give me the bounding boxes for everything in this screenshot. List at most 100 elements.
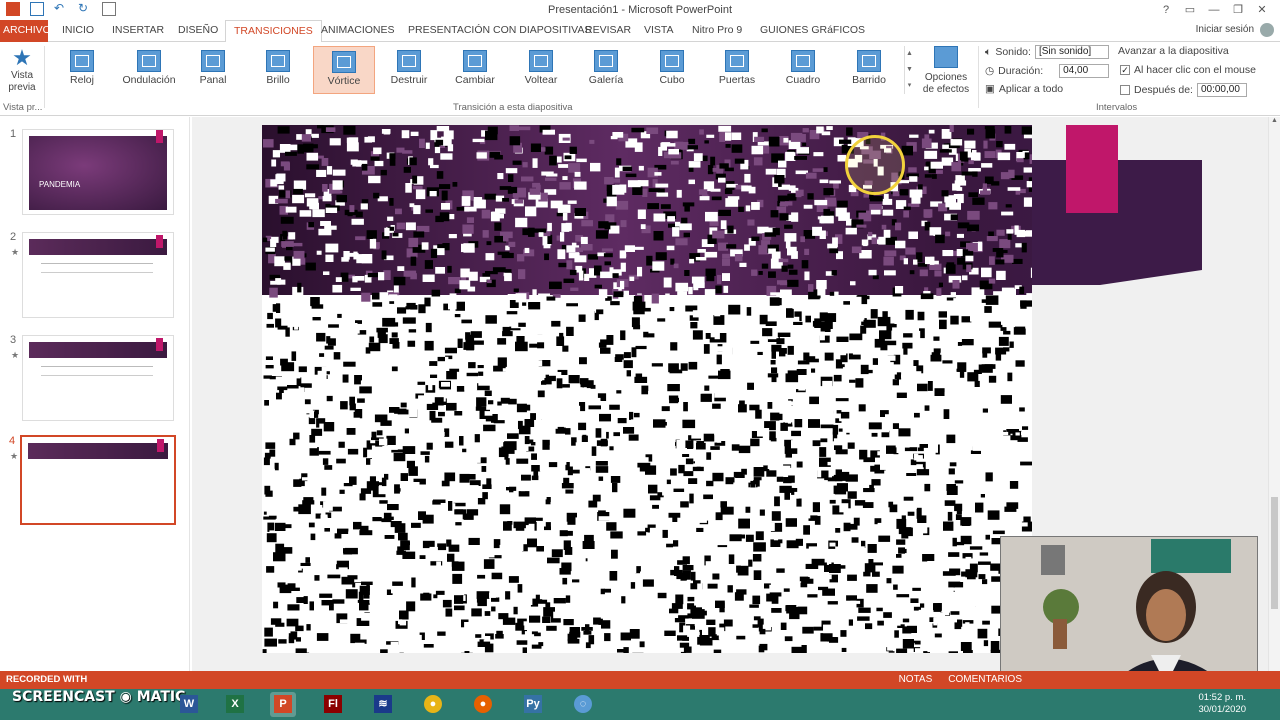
clock-time: 01:52 p. m.: [1198, 692, 1246, 703]
tab-diseno[interactable]: DISEÑO: [170, 20, 226, 42]
vortice-icon: [332, 51, 356, 73]
tab-presentacion[interactable]: PRESENTACIÓN CON DIAPOSITIVAS: [400, 20, 599, 42]
transition-gallery: Reloj Ondulación Panal Brillo Vórtice De…: [48, 46, 914, 96]
scroll-thumb[interactable]: [1271, 497, 1278, 609]
transition-cambiar[interactable]: Cambiar: [444, 46, 506, 94]
duration-input[interactable]: 04,00: [1059, 64, 1110, 78]
vertical-scrollbar[interactable]: ▲: [1268, 117, 1280, 671]
tab-archivo[interactable]: ARCHIVO: [0, 20, 51, 42]
apply-all-button[interactable]: ▣ Aplicar a todo: [985, 83, 1063, 95]
restore-button[interactable]: ❐: [1226, 1, 1250, 19]
sound-field: 🔈︎ Sonido: [Sin sonido]: [985, 45, 1109, 59]
tab-inicio[interactable]: INICIO: [54, 20, 102, 42]
minimize-button[interactable]: —: [1202, 1, 1226, 19]
current-slide[interactable]: [262, 125, 1032, 653]
slide-number: 3: [10, 334, 17, 346]
gallery-up-icon[interactable]: ▲: [905, 46, 914, 62]
transition-puertas[interactable]: Puertas: [706, 46, 768, 94]
tab-guiones[interactable]: GUIONES GRáFICOS: [752, 20, 873, 42]
slide-thumbnail[interactable]: 3 ★: [10, 334, 174, 421]
word-icon: W: [180, 695, 198, 713]
on-click-checkbox[interactable]: ✓: [1120, 65, 1130, 75]
taskbar-powerpoint[interactable]: P: [270, 692, 296, 717]
taskbar-app[interactable]: ≋: [370, 692, 396, 717]
transition-panal[interactable]: Panal: [182, 46, 244, 94]
after-label: Después de:: [1134, 84, 1193, 96]
effect-options-icon: [934, 46, 958, 68]
slide-thumbnail-selected[interactable]: 4 ★: [9, 435, 176, 525]
duration-label: Duración:: [998, 65, 1044, 77]
speaker-icon: 🔈︎: [985, 45, 992, 58]
taskbar: SCREENCAST ◉ MATIC W X P Fl ≋ ● ● Py ◌ 0…: [0, 689, 1280, 720]
transition-galeria[interactable]: Galería: [575, 46, 637, 94]
timing-group-label: Intervalos: [1096, 102, 1138, 113]
sound-select[interactable]: [Sin sonido]: [1034, 45, 1109, 59]
app-icon: ≋: [374, 695, 392, 713]
smiley-icon[interactable]: [1260, 23, 1274, 37]
after-option[interactable]: Después de: 00:00,00: [1120, 83, 1247, 97]
screencast-text: SCREENCAST: [12, 689, 115, 705]
close-button[interactable]: ✕: [1250, 1, 1274, 19]
ribbon-display-button[interactable]: ▭: [1178, 1, 1202, 19]
galeria-icon: [594, 50, 618, 72]
transition-cubo[interactable]: Cubo: [641, 46, 703, 94]
thumbnail-text-lines: [41, 263, 153, 273]
comments-button[interactable]: COMENTARIOS: [948, 674, 1022, 685]
taskbar-firefox[interactable]: ●: [470, 692, 496, 717]
taskbar-browser[interactable]: ◌: [570, 692, 596, 717]
window-title: Presentación1 - Microsoft PowerPoint: [547, 4, 733, 16]
transition-label: Vórtice: [327, 75, 361, 87]
taskbar-word[interactable]: W: [176, 692, 202, 717]
sign-in-link[interactable]: Iniciar sesión: [1196, 24, 1254, 35]
transition-label: Reloj: [70, 74, 94, 86]
destruir-icon: [397, 50, 421, 72]
thumbnail-accent: [156, 235, 163, 248]
tab-vista[interactable]: VISTA: [636, 20, 682, 42]
taskbar-excel[interactable]: X: [222, 692, 248, 717]
transition-label: Cambiar: [455, 74, 495, 86]
notes-button[interactable]: NOTAS: [899, 674, 933, 685]
tab-transiciones[interactable]: TRANSICIONES: [225, 20, 322, 43]
webcam-overlay: [1000, 536, 1258, 684]
transition-ondulacion[interactable]: Ondulación: [116, 46, 182, 94]
transition-label: Puertas: [718, 74, 756, 86]
slide-thumbnail[interactable]: 2 ★: [10, 231, 174, 318]
puertas-icon: [725, 50, 749, 72]
transition-brillo[interactable]: Brillo: [247, 46, 309, 94]
transition-star-icon: ★: [10, 451, 19, 461]
gallery-down-icon[interactable]: ▼: [905, 62, 914, 78]
after-input[interactable]: 00:00,00: [1196, 83, 1247, 97]
scroll-up-icon[interactable]: ▲: [1269, 117, 1280, 124]
python-icon: Py: [524, 695, 542, 713]
transition-destruir[interactable]: Destruir: [378, 46, 440, 94]
browser-icon: ◌: [574, 695, 592, 713]
apply-all-icon: ▣: [985, 83, 995, 95]
transition-reloj[interactable]: Reloj: [51, 46, 113, 94]
taskbar-chrome[interactable]: ●: [420, 692, 446, 717]
system-clock[interactable]: 01:52 p. m. 30/01/2020: [1198, 692, 1246, 716]
effect-options-button[interactable]: Opciones de efectos: [918, 46, 974, 96]
title-bar: ↶ ↻ Presentación1 - Microsoft PowerPoint…: [0, 0, 1280, 20]
thumbnail-banner: [29, 342, 167, 358]
tab-insertar[interactable]: INSERTAR: [104, 20, 172, 42]
transition-vortice[interactable]: Vórtice: [313, 46, 375, 94]
gallery-more-icon[interactable]: ▾: [905, 78, 914, 94]
taskbar-python[interactable]: Py: [520, 692, 546, 717]
tab-animaciones[interactable]: ANIMACIONES: [313, 20, 403, 42]
after-checkbox[interactable]: [1120, 85, 1130, 95]
help-button[interactable]: ?: [1154, 1, 1178, 19]
gallery-scroll[interactable]: ▲ ▼ ▾: [904, 46, 914, 94]
clock-icon: ◷: [985, 65, 995, 77]
preview-button[interactable]: ★ Vista previa: [4, 46, 40, 94]
thumbnail-banner: [28, 443, 168, 459]
slide-thumbnail[interactable]: 1 PANDEMIA: [10, 128, 174, 215]
transition-cuadro[interactable]: Cuadro: [772, 46, 834, 94]
taskbar-flash[interactable]: Fl: [320, 692, 346, 717]
on-click-option[interactable]: ✓ Al hacer clic con el mouse: [1120, 64, 1256, 76]
slide-thumbnails-pane: 1 PANDEMIA 2 ★ 3 ★ 4 ★: [0, 117, 190, 671]
transition-voltear[interactable]: Voltear: [510, 46, 572, 94]
tab-revisar[interactable]: REVISAR: [577, 20, 639, 42]
transition-barrido[interactable]: Barrido: [838, 46, 900, 94]
tab-nitro[interactable]: Nitro Pro 9: [684, 20, 750, 42]
transition-label: Barrido: [852, 74, 886, 86]
